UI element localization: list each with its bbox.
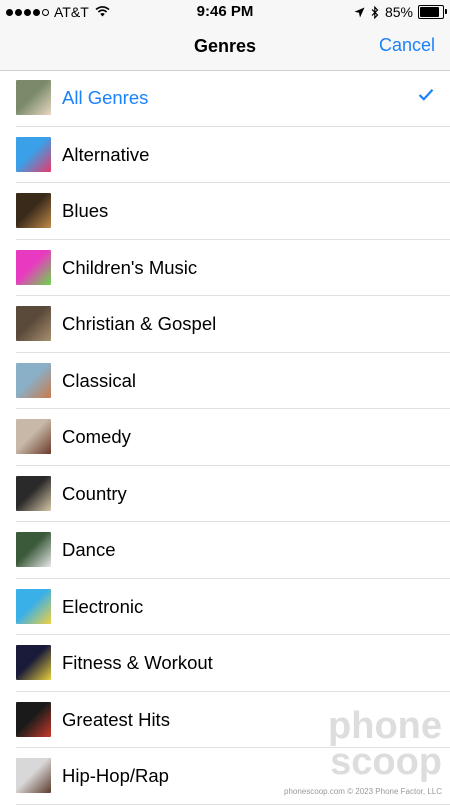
genre-row[interactable]: Children's Music xyxy=(0,240,450,296)
genre-row[interactable]: Blues xyxy=(0,183,450,240)
genre-artwork xyxy=(16,80,51,115)
genre-artwork xyxy=(16,758,51,793)
genre-artwork xyxy=(16,193,51,228)
watermark-footer: phonescoop.com © 2023 Phone Factor, LLC xyxy=(284,787,442,796)
checkmark-icon xyxy=(418,89,434,101)
genre-artwork xyxy=(16,362,51,398)
location-arrow-icon xyxy=(354,7,365,17)
genre-artwork xyxy=(16,136,51,172)
watermark-line1: phone xyxy=(328,705,442,747)
genre-row[interactable]: Comedy xyxy=(0,409,450,466)
genre-artwork xyxy=(16,419,51,454)
genre-label: Dance xyxy=(62,539,116,560)
genre-label: Comedy xyxy=(62,426,131,447)
genre-artwork xyxy=(16,701,51,737)
genre-label: Christian & Gospel xyxy=(62,313,217,334)
genre-row[interactable]: Fitness & Workout xyxy=(0,635,450,692)
genre-row[interactable]: Christian & Gospel xyxy=(0,296,450,353)
bluetooth-icon xyxy=(371,5,379,19)
genre-artwork xyxy=(16,645,51,680)
genre-row[interactable]: All Genres xyxy=(0,70,450,127)
genre-label: Blues xyxy=(62,200,109,221)
genre-label: Country xyxy=(62,482,127,504)
status-bar: AT&T 9:46 PM 85% xyxy=(0,0,450,24)
genre-label: Electronic xyxy=(62,595,144,617)
genre-label: Hip-Hop/Rap xyxy=(62,765,169,786)
genre-artwork xyxy=(16,532,51,567)
battery-nub xyxy=(445,9,447,14)
genre-artwork xyxy=(16,475,51,511)
genre-label: Fitness & Workout xyxy=(62,652,213,673)
battery-fill xyxy=(420,7,439,17)
genre-row[interactable]: Classical xyxy=(0,353,450,409)
genre-label: Greatest Hits xyxy=(62,708,170,730)
genre-list: All Genres Alternative Blues Children's Mus… xyxy=(0,70,450,805)
battery-percent: 85% xyxy=(384,4,413,20)
genre-row[interactable]: Country xyxy=(0,466,450,522)
cancel-button[interactable]: Cancel xyxy=(379,35,435,56)
watermark-logo: phone scoop xyxy=(292,705,442,783)
genre-label: Children's Music xyxy=(62,256,198,278)
genre-artwork xyxy=(16,306,51,341)
genre-row[interactable]: Dance xyxy=(0,522,450,579)
genre-artwork xyxy=(16,588,51,624)
watermark-line2: scoop xyxy=(330,741,442,783)
genre-artwork xyxy=(16,249,51,285)
row-separator xyxy=(16,803,450,805)
genre-row[interactable]: Alternative xyxy=(0,127,450,183)
battery-icon xyxy=(418,5,447,19)
genre-row[interactable]: Electronic xyxy=(0,579,450,635)
genre-label: All Genres xyxy=(62,87,149,108)
genre-label: Alternative xyxy=(62,143,150,165)
status-right: 85% xyxy=(354,4,447,20)
genre-label: Classical xyxy=(62,369,137,391)
navigation-bar: Genres Cancel xyxy=(0,24,450,71)
